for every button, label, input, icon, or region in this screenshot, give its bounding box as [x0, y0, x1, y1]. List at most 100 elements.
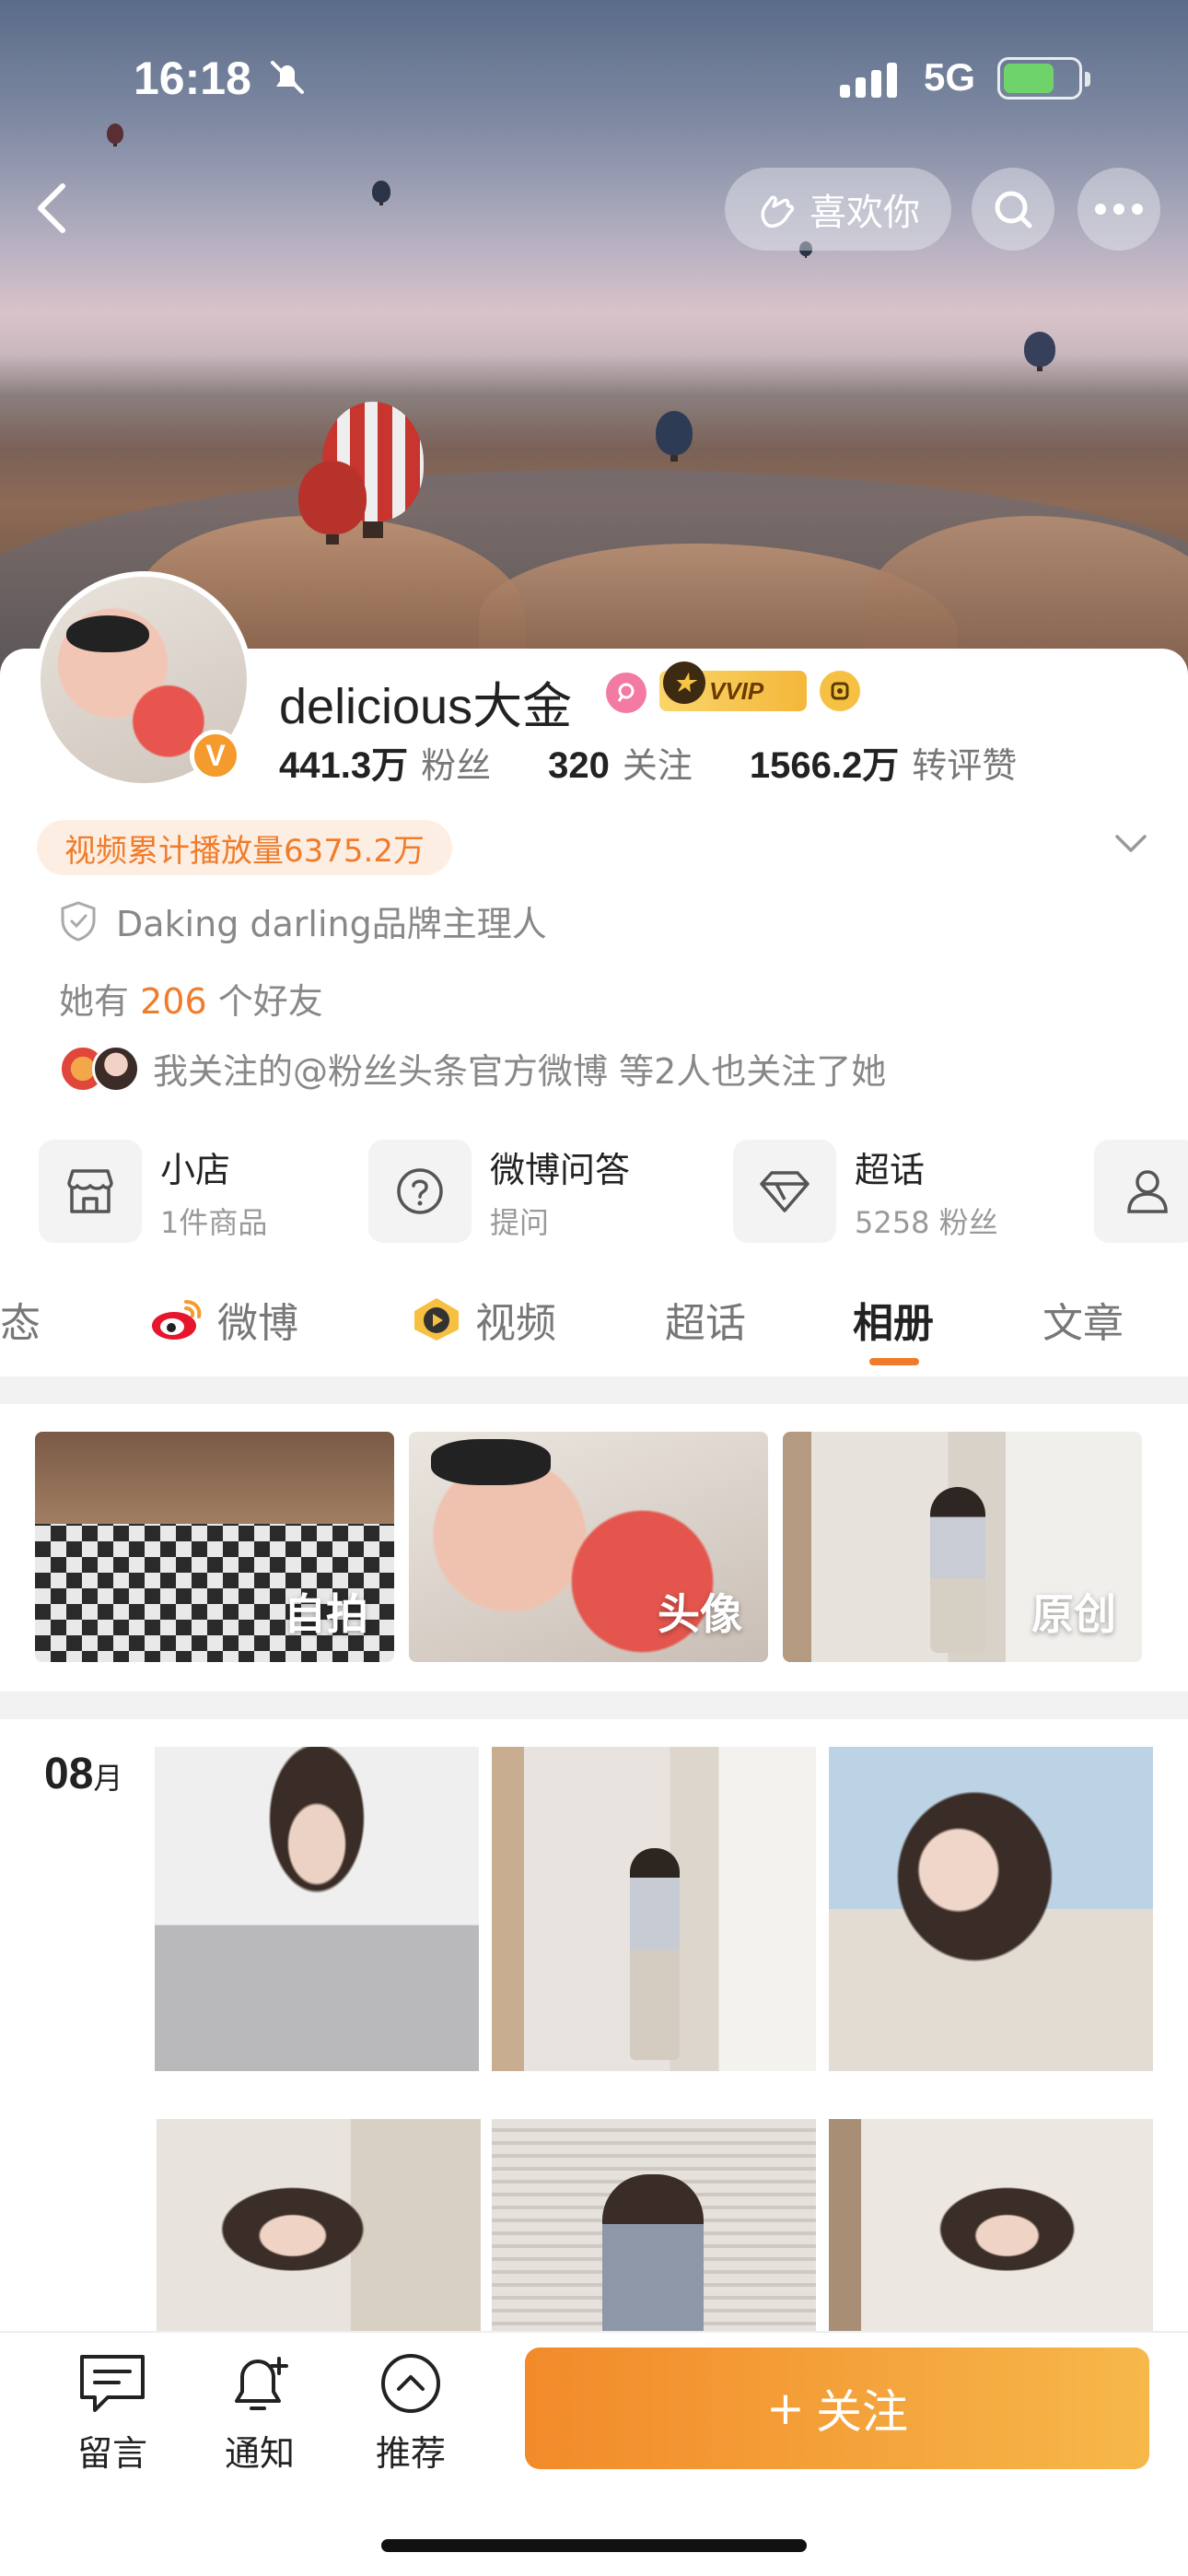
tab-album[interactable]: 相册	[853, 1290, 934, 1349]
service-more-fans[interactable]	[1094, 1137, 1188, 1246]
service-qa[interactable]: 微博问答 提问	[368, 1137, 630, 1246]
username: delicious大金	[279, 679, 573, 734]
shield-icon	[61, 900, 96, 942]
search-button[interactable]	[972, 168, 1054, 251]
users-icon	[1094, 1140, 1188, 1243]
weibo-logo-icon	[152, 1300, 202, 1340]
month-unit: 月	[93, 1762, 123, 1795]
stats-row: 441.3万 粉丝 320 关注 1566.2万 转评赞	[279, 735, 1074, 789]
search-badge-icon[interactable]	[606, 673, 646, 713]
tab-dynamic[interactable]: 态	[0, 1290, 41, 1349]
chevron-up-circle-icon	[381, 2354, 440, 2413]
balloon-small	[656, 411, 693, 462]
notify-button[interactable]: 通知	[204, 2351, 315, 2476]
album-original[interactable]: 原创	[783, 1432, 1142, 1662]
profile-tabs: 态 微博 视频 超话 相册 文章	[0, 1281, 1188, 1382]
medal-badge-icon[interactable]	[820, 671, 860, 711]
recommend-button[interactable]: 推荐	[355, 2351, 466, 2476]
engagement-count: 1566.2万	[749, 745, 900, 786]
active-tab-indicator	[869, 1358, 919, 1365]
photo-thumbnail[interactable]	[155, 1747, 479, 2071]
album-label: 原创	[1031, 1590, 1116, 1638]
comment-button[interactable]: 留言	[57, 2351, 168, 2476]
notify-label: 通知	[224, 2433, 295, 2474]
verified-badge: V	[190, 730, 241, 781]
vvip-label: VVIP	[709, 676, 764, 705]
video-plays-pill[interactable]: 视频累计播放量6375.2万	[37, 820, 452, 875]
tab-supertopic[interactable]: 超话	[665, 1290, 746, 1349]
bell-muted-icon	[271, 61, 304, 94]
battery-icon	[997, 57, 1090, 100]
status-time: 16:18	[134, 53, 251, 104]
service-shop[interactable]: 小店 1件商品	[39, 1137, 267, 1246]
like-you-label: 喜欢你	[809, 192, 920, 234]
service-subtitle: 提问	[490, 1204, 550, 1240]
album-avatar[interactable]: 头像	[409, 1432, 768, 1662]
video-play-icon	[414, 1298, 459, 1341]
tab-label: 文章	[1042, 1300, 1124, 1347]
friends-row[interactable]: 她有 206 个好友	[59, 973, 323, 1024]
diamond-icon	[733, 1140, 836, 1243]
chevron-down-icon[interactable]	[1114, 833, 1147, 855]
album-label: 头像	[658, 1590, 742, 1638]
followers-count: 441.3万	[279, 745, 409, 786]
friends-count: 206	[140, 981, 207, 1022]
service-supertopic[interactable]: 超话 5258 粉丝	[733, 1137, 998, 1246]
back-arrow-icon[interactable]	[28, 181, 77, 236]
photo-thumbnail[interactable]	[829, 2119, 1153, 2331]
question-icon	[368, 1140, 472, 1243]
tab-label: 相册	[853, 1300, 934, 1347]
month-number: 08	[44, 1750, 94, 1798]
more-button[interactable]	[1077, 168, 1160, 251]
engagement-label: 转评赞	[912, 747, 1018, 786]
service-subtitle: 5258 粉丝	[855, 1204, 998, 1240]
comment-label: 留言	[76, 2433, 147, 2474]
network-type: 5G	[924, 55, 976, 99]
following-stat[interactable]: 320 关注	[548, 737, 693, 788]
photo-thumbnail[interactable]	[157, 2119, 481, 2331]
balloon-small	[372, 181, 390, 206]
photo-thumbnail[interactable]	[492, 2119, 816, 2331]
photo-thumbnail[interactable]	[492, 1747, 816, 2071]
tab-label: 视频	[475, 1300, 556, 1347]
balloon-red	[298, 461, 367, 545]
photo-thumbnail[interactable]	[829, 1747, 1153, 2071]
service-subtitle: 1件商品	[160, 1204, 268, 1240]
following-count: 320	[548, 745, 610, 786]
service-title: 微博问答	[490, 1149, 631, 1190]
tab-video[interactable]: 视频	[411, 1290, 556, 1349]
recommend-label: 推荐	[375, 2433, 446, 2474]
engagement-stat[interactable]: 1566.2万 转评赞	[750, 735, 1017, 789]
bell-plus-icon	[235, 2357, 288, 2410]
followers-label: 粉丝	[421, 747, 492, 786]
verification-row: Daking darling品牌主理人	[59, 896, 547, 946]
tab-label: 微博	[217, 1300, 298, 1347]
tab-weibo[interactable]: 微博	[149, 1290, 298, 1349]
tab-label: 态	[0, 1300, 41, 1347]
tab-label: 超话	[665, 1300, 746, 1347]
balloon-small	[1024, 332, 1055, 372]
album-cover	[431, 1439, 551, 1485]
mutual-follow-row[interactable]: 我关注的@粉丝头条官方微博 等2人也关注了她	[59, 1043, 886, 1094]
following-label: 关注	[622, 747, 693, 786]
comment-icon	[80, 2355, 145, 2412]
signal-icon	[840, 61, 897, 98]
followers-stat[interactable]: 441.3万 粉丝	[279, 735, 491, 789]
mutual-avatars	[59, 1044, 140, 1093]
shop-icon	[39, 1140, 142, 1243]
like-you-button[interactable]: 喜欢你	[725, 168, 951, 251]
avatar	[92, 1044, 140, 1093]
album-selfie[interactable]: 自拍	[35, 1432, 394, 1662]
friends-prefix: 她有	[59, 981, 130, 1022]
month-label: 08月	[44, 1749, 122, 1799]
album-label: 自拍	[284, 1590, 368, 1638]
tab-articles[interactable]: 文章	[1042, 1290, 1124, 1349]
follow-button[interactable]: + 关注	[525, 2348, 1149, 2469]
follow-label: 关注	[815, 2385, 908, 2439]
service-title: 小店	[160, 1149, 231, 1190]
crown-icon: ★	[663, 662, 705, 704]
mutual-text: 我关注的@粉丝头条官方微博 等2人也关注了她	[153, 1051, 887, 1092]
album-cover	[35, 1432, 394, 1524]
vvip-badge[interactable]: ★ VVIP	[659, 662, 807, 711]
home-indicator[interactable]	[381, 2539, 807, 2552]
